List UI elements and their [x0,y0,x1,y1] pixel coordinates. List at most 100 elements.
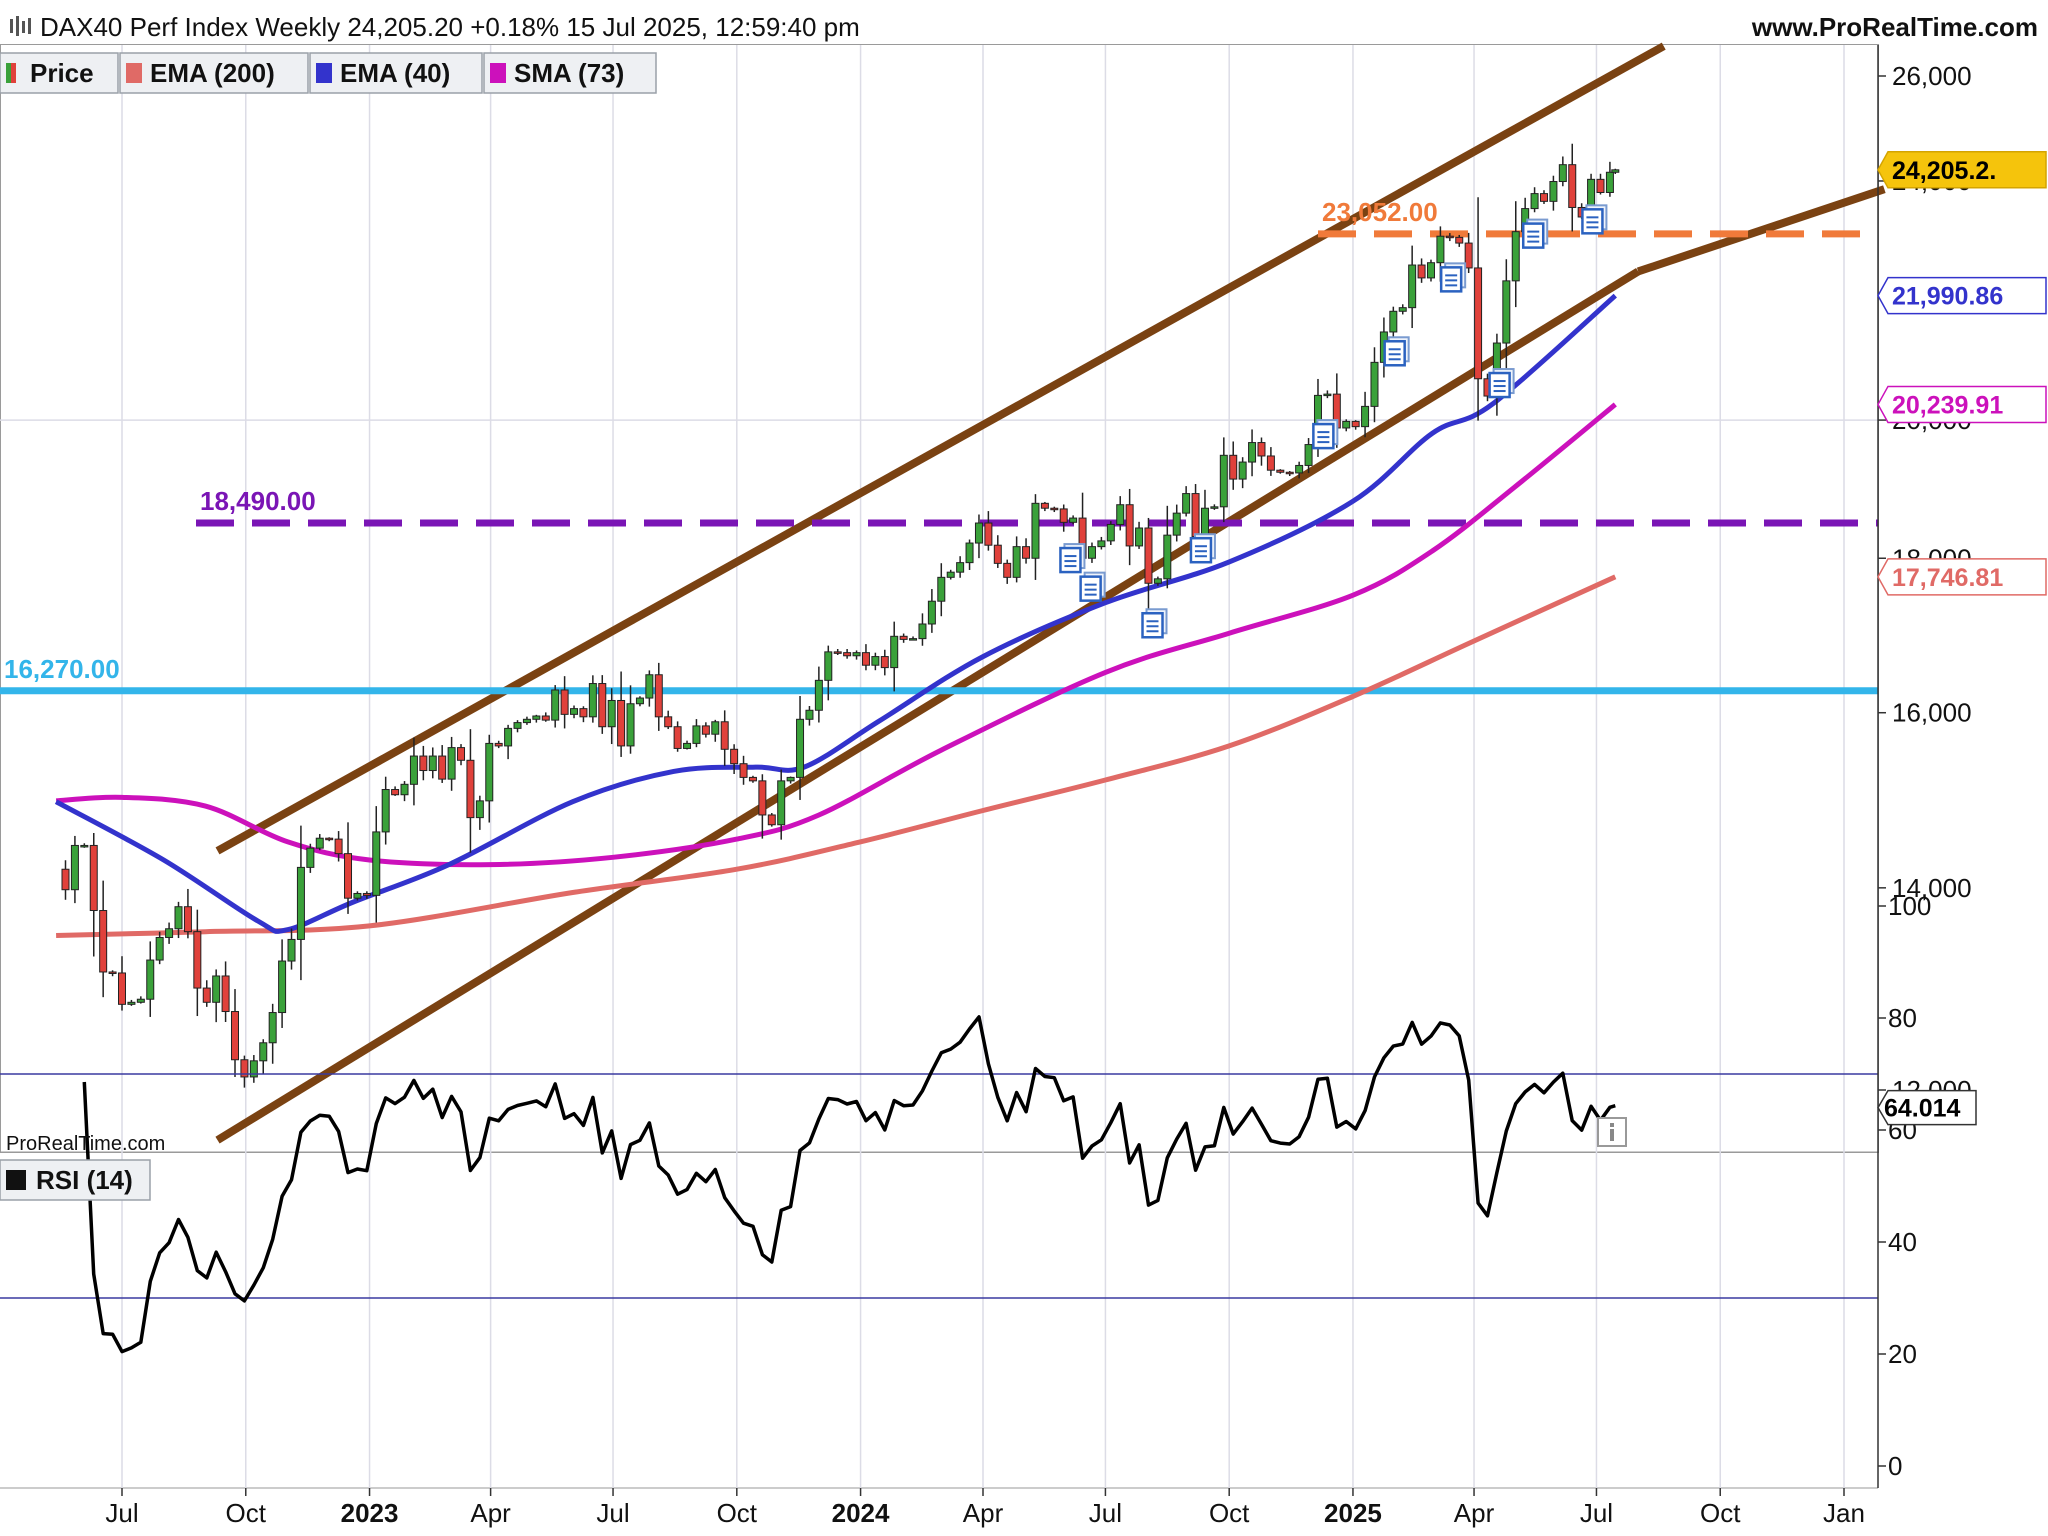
price-swatch-down [11,63,16,83]
candle-body [664,716,673,728]
document-icon [1488,368,1515,399]
candle-body [579,708,588,718]
document-icon [1439,262,1467,293]
candle-body [890,635,899,669]
candle-body [1135,527,1144,547]
candle-body [457,747,466,761]
candle-body [1474,267,1483,380]
candle-body [1144,527,1153,584]
candle-body [1153,578,1162,584]
candle-body [475,800,484,819]
candle-body [570,708,579,715]
candle-body [127,1001,136,1005]
candle-body [268,1012,277,1044]
candle-body [231,1011,240,1061]
candle-body [1182,493,1191,514]
candle-body [758,780,767,816]
candle [767,813,776,827]
candle-body [899,635,908,640]
candle-body [673,726,682,749]
candle-body [118,972,126,1005]
document-icon [1581,204,1608,235]
candle-body [1611,169,1620,173]
candle-body [353,892,362,899]
legend-item[interactable]: EMA (40) [309,52,483,94]
candle-body [306,847,315,868]
candle-body [946,571,955,578]
candle-body [796,718,805,778]
chart-canvas: 23,052.0018,490.0016,270.00 020406080100… [0,0,2048,1536]
candle-body [447,747,456,780]
candle-body [522,718,531,724]
candle-body [767,814,776,826]
candle-body [428,755,437,772]
rsi-value-tag: 64.014 [1877,1089,1977,1126]
candle-body [1304,444,1313,466]
candle-body [1549,181,1558,202]
candle-body [551,689,560,721]
legend-item[interactable]: SMA (73) [483,52,657,94]
candle-body [80,844,89,848]
candle-body [1558,164,1567,183]
legend-item[interactable]: Price [0,52,119,94]
legend-item[interactable]: EMA (200) [119,52,309,94]
candle-body [70,844,79,891]
candle-body [438,755,447,780]
candle-body [833,651,842,654]
candle-body [1361,405,1370,428]
candle-body [852,652,861,657]
candle-body [720,721,729,750]
ema40-tag: 21,990.86 [1877,276,2047,315]
rsi-tick-label: 40 [1888,1227,1917,1257]
site-url[interactable]: www.ProRealTime.com [1751,12,2038,42]
candle-body [645,674,654,699]
candle-body [692,725,701,744]
candle-body [212,975,221,1003]
candle-body [466,759,475,819]
candle-body [485,742,494,802]
time-tick-label: 2023 [341,1498,399,1528]
candle-body [880,656,889,669]
candle-body [494,742,503,747]
time-tick-label: Jul [596,1498,629,1528]
candle-body [777,780,786,826]
candle-body [748,776,757,782]
candle-body [739,763,748,778]
candle-body [334,838,343,855]
candle-body [146,959,155,1000]
info-icon[interactable] [1597,1117,1627,1147]
candle-body [1097,540,1106,548]
time-tick-label: Oct [1700,1498,1741,1528]
candle-body [730,748,739,765]
sma73-tag: 20,239.91 [1877,385,2047,424]
candle-body [974,522,983,544]
candle-body [1285,471,1294,475]
rsi-legend-item[interactable]: RSI (14) [0,1159,151,1201]
candle-body [504,727,513,747]
legend-label: EMA (40) [340,58,450,88]
candle-body [824,651,833,681]
candle-body [513,722,522,729]
price-tick-label: 16,000 [1892,698,1972,728]
candle-body [843,652,852,657]
candle-body [1511,231,1520,282]
candle-body [108,971,117,974]
candle-body [1003,562,1012,578]
candle-body [654,674,663,718]
candle-body [1417,264,1426,279]
legend-swatch [490,63,506,83]
candle-body [1172,512,1181,536]
candle-body [1069,517,1078,523]
candle-body [1389,310,1398,333]
candle-body [99,910,108,973]
candle-body [956,562,965,573]
candle-body [984,522,993,546]
candle-body [1059,508,1068,523]
candle-body [1257,442,1266,457]
candle-body [1210,506,1219,509]
candle-body [372,831,381,896]
candle-body [1426,262,1435,279]
candle [598,675,607,734]
candle-body [400,783,409,796]
candle-body [607,699,616,728]
